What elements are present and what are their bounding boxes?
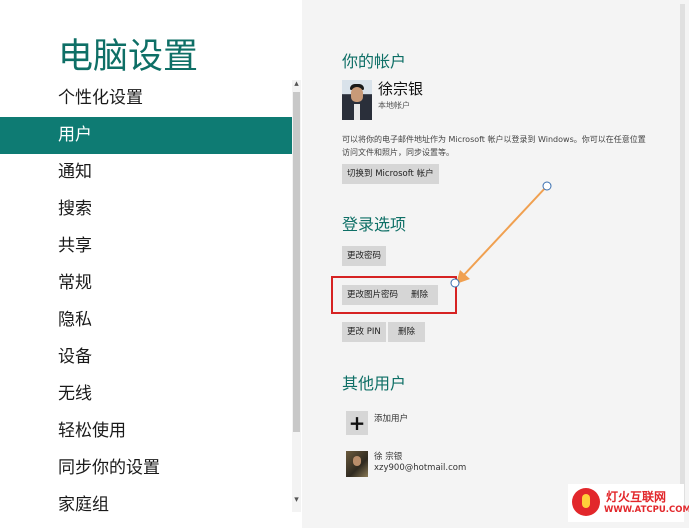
watermark-url: WWW.ATCPU.COM xyxy=(604,505,689,515)
flame-icon xyxy=(582,494,590,508)
watermark-logo-icon xyxy=(572,488,600,516)
annotation-arrow xyxy=(450,181,552,288)
watermark: 灯火互联网 WWW.ATCPU.COM xyxy=(568,484,689,522)
watermark-name: 灯火互联网 xyxy=(606,490,667,504)
